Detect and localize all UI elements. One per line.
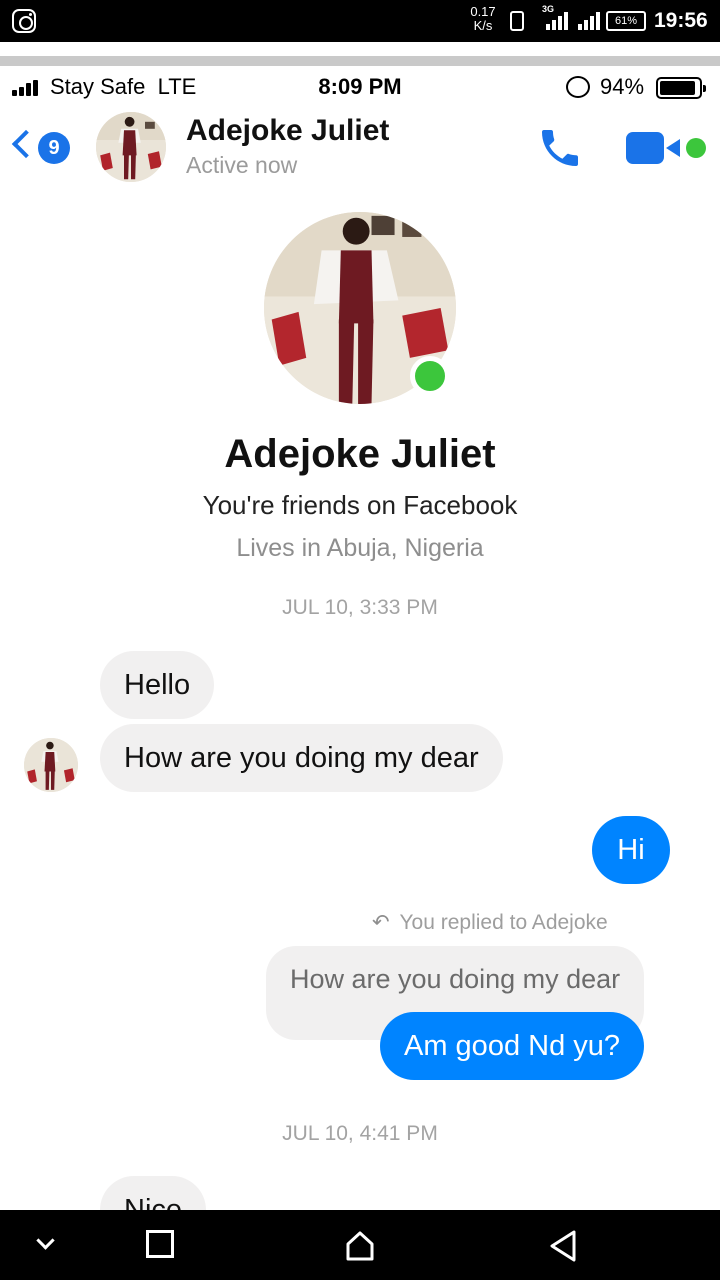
back-chevron-icon <box>11 129 41 159</box>
network-speed-unit: K/s <box>473 18 493 33</box>
reply-indicator: ↶ You replied to Adejoke <box>372 910 608 935</box>
battery-level: 61% <box>614 15 638 27</box>
incoming-message[interactable]: How are you doing my dear <box>100 724 503 792</box>
signal-icon: 3G <box>542 4 576 30</box>
instagram-icon <box>12 9 36 33</box>
friendship-status: You're friends on Facebook <box>202 490 518 520</box>
reply-note: You replied to Adejoke <box>399 911 608 934</box>
outgoing-message[interactable]: Am good Nd yu? <box>380 1012 645 1080</box>
network-speed: 0.17 K/s <box>466 5 500 33</box>
reply-arrow-icon: ↶ <box>372 911 390 934</box>
profile-name: Adejoke Juliet <box>224 432 496 476</box>
message-timestamp: JUL 10, 3:33 PM <box>282 596 438 619</box>
network-type: 3G <box>542 4 555 14</box>
phone-icon <box>542 130 578 166</box>
video-camera-icon <box>626 132 664 164</box>
android-status-bar: 0.17 K/s 3G 61% 19:56 <box>0 0 720 42</box>
back-button[interactable]: 9 <box>11 128 76 168</box>
incoming-message[interactable]: Nice <box>100 1176 207 1210</box>
conversation-header: 9 Adejoke Juliet Active now <box>0 110 720 190</box>
ios-status-bar: Stay Safe LTE 8:09 PM 94% <box>0 66 720 110</box>
unread-count-badge: 9 <box>38 132 70 164</box>
online-status-dot <box>410 356 450 396</box>
profile-picture[interactable] <box>264 212 456 404</box>
outgoing-message[interactable]: Hi <box>592 816 670 884</box>
message-timestamp: JUL 10, 4:41 PM <box>282 1122 438 1145</box>
rotation-lock-icon <box>566 76 590 98</box>
profile-location: Lives in Abuja, Nigeria <box>236 534 484 562</box>
partial-message-clip: Nice <box>100 1176 212 1210</box>
sender-avatar[interactable] <box>24 738 78 792</box>
contact-name[interactable]: Adejoke Juliet <box>186 114 389 148</box>
nav-down-icon[interactable] <box>30 1226 70 1266</box>
nav-recents-icon[interactable] <box>144 1226 184 1266</box>
incoming-message[interactable]: Hello <box>100 651 215 719</box>
nav-home-icon[interactable] <box>340 1226 380 1266</box>
video-camera-lens <box>666 139 680 157</box>
android-clock: 19:56 <box>654 9 708 32</box>
battery-percentage: 94% <box>600 74 645 99</box>
battery-icon: 61% <box>606 11 646 31</box>
video-call-button[interactable] <box>626 130 710 166</box>
vibrate-icon <box>510 11 524 31</box>
android-navigation-bar <box>0 1210 720 1280</box>
network-speed-value: 0.17 <box>470 4 496 19</box>
nav-back-icon[interactable] <box>544 1226 584 1266</box>
battery-icon <box>656 77 706 99</box>
voice-call-button[interactable] <box>536 124 584 172</box>
screenshot-divider <box>0 42 720 66</box>
avatar[interactable] <box>96 112 166 182</box>
online-indicator <box>686 138 706 158</box>
active-status: Active now <box>186 152 298 178</box>
